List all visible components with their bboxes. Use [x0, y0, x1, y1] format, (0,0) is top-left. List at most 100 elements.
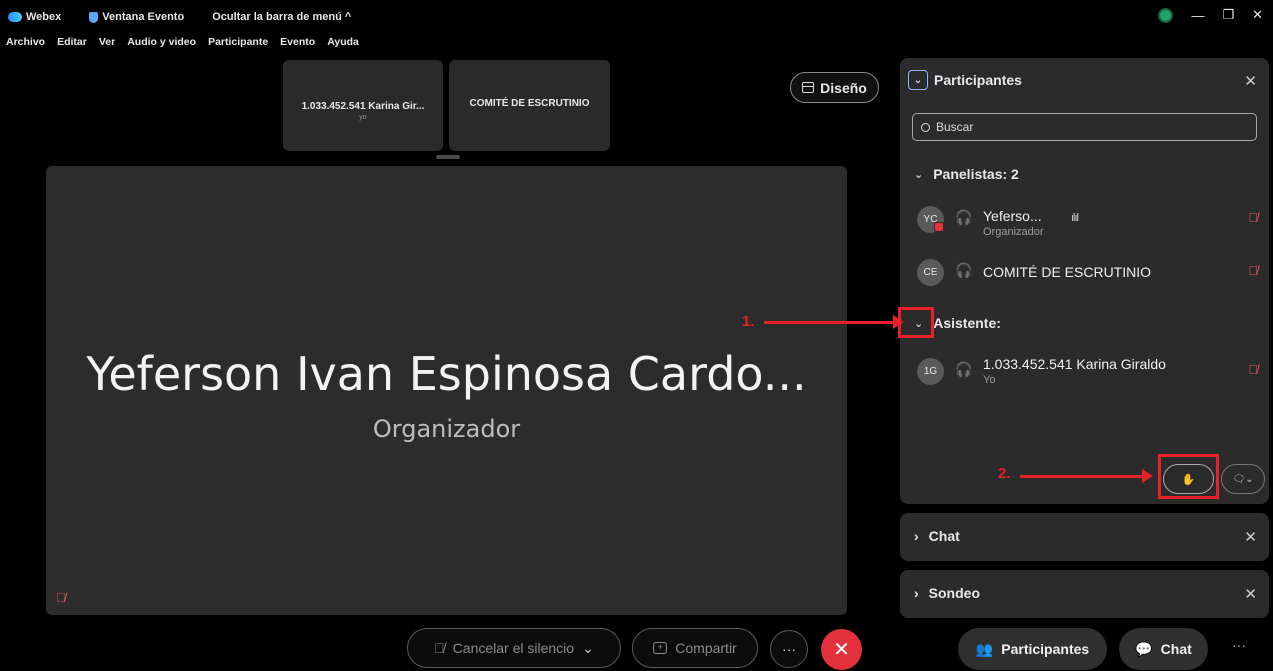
headset-icon: 🎧	[955, 262, 973, 278]
main-video-stage: Yeferson Ivan Espinosa Cardo... Organiza…	[46, 166, 847, 615]
menu-archivo[interactable]: Archivo	[6, 36, 45, 54]
participant-row[interactable]: YC 🎧 Yeferso... Organizador ılıl 🎙̸	[917, 202, 1261, 238]
share-label: Compartir	[675, 640, 737, 656]
reactions-icon: 🗨⌄	[1232, 473, 1254, 485]
unmute-label: Cancelar el silencio	[452, 640, 575, 656]
title-bar: Webex Ventana Evento Ocultar la barra de…	[0, 0, 1273, 34]
annotation-arrow-2	[1020, 475, 1145, 478]
active-speaker-role: Organizador	[372, 415, 521, 443]
search-icon	[921, 122, 930, 132]
muted-mic-icon: 🎙̸	[56, 590, 66, 605]
chat-panel-collapsed[interactable]: › Chat ✕	[900, 513, 1269, 561]
participants-panel: ⌄ Participantes ✕ Buscar ⌄ Panelistas: 2…	[900, 58, 1269, 504]
shield-icon	[89, 11, 99, 23]
menu-ver[interactable]: Ver	[99, 36, 115, 54]
panel-header: ⌄ Participantes	[908, 70, 1022, 90]
chat-icon: 💬	[1135, 640, 1153, 657]
participant-name: Yeferso...	[983, 208, 1042, 224]
menu-audio-video[interactable]: Audio y video	[127, 36, 196, 54]
polls-panel-label: Sondeo	[928, 585, 981, 601]
annotation-step-1: 1.	[742, 313, 755, 330]
close-icon[interactable]: ✕	[1244, 528, 1257, 546]
annotation-arrowhead-2	[1142, 469, 1153, 483]
muted-mic-icon: 🎙̸	[434, 640, 445, 656]
app-name: Webex	[26, 11, 62, 23]
chevron-right-icon: ›	[914, 528, 919, 544]
participant-name: COMITÉ DE ESCRUTINIO	[983, 264, 1152, 280]
participant-name: 1.033.452.541 Karina Giraldo	[983, 356, 1166, 372]
thumbnail-sub: yo	[359, 114, 367, 121]
menu-evento[interactable]: Evento	[280, 36, 315, 54]
window-controls: — ❐ ✕	[1158, 7, 1263, 23]
more-label: ···	[782, 641, 796, 657]
app-title: Webex	[0, 11, 61, 23]
share-icon: +	[653, 642, 668, 654]
share-button[interactable]: + Compartir	[632, 628, 758, 668]
muted-mic-icon[interactable]: 🎙̸	[1248, 263, 1258, 278]
annotation-highlight-1	[898, 307, 934, 338]
menu-ayuda[interactable]: Ayuda	[327, 36, 359, 54]
panelists-section-header[interactable]: ⌄ Panelistas: 2	[914, 166, 1019, 182]
reactions-button[interactable]: 🗨⌄	[1221, 464, 1265, 494]
more-options-button[interactable]: ···	[770, 630, 808, 668]
thumbnail-name: 1.033.452.541 Karina Gir...	[301, 101, 425, 112]
panel-title: Participantes	[934, 72, 1022, 88]
menu-bar: Archivo Editar Ver Audio y video Partici…	[0, 36, 365, 54]
leave-meeting-button[interactable]: ✕	[821, 629, 862, 670]
close-icon[interactable]: ✕	[1244, 72, 1257, 90]
layout-button[interactable]: Diseño	[790, 72, 879, 103]
event-window-label: Ventana Evento	[102, 11, 185, 23]
collapse-panel-icon[interactable]: ⌄	[908, 70, 928, 90]
overflow-label: ···	[1232, 637, 1246, 653]
unmute-button[interactable]: 🎙̸ Cancelar el silencio ⌄	[407, 628, 621, 668]
close-window-icon[interactable]: ✕	[1252, 7, 1263, 23]
annotation-arrow-1	[764, 321, 896, 324]
status-icon[interactable]	[1158, 7, 1174, 23]
leave-icon: ✕	[833, 639, 850, 661]
avatar: 1G	[917, 358, 944, 385]
chevron-down-icon: ⌄	[914, 168, 924, 181]
webex-logo-icon	[8, 12, 22, 22]
participant-role: Yo	[983, 374, 996, 386]
polls-panel-header: › Sondeo	[914, 585, 980, 601]
overflow-button[interactable]: ···	[1232, 637, 1246, 653]
thumbnail-name: COMITÉ DE ESCRUTINIO	[469, 98, 590, 109]
headset-icon: 🎧	[955, 361, 973, 377]
avatar: CE	[917, 259, 944, 286]
thumbnail-comite[interactable]: COMITÉ DE ESCRUTINIO	[449, 60, 610, 151]
close-icon[interactable]: ✕	[1244, 585, 1257, 603]
annotation-highlight-2	[1158, 454, 1219, 499]
hide-menu-toggle[interactable]: Ocultar la barra de menú ^	[212, 11, 351, 23]
participant-row[interactable]: 1G 🎧 1.033.452.541 Karina Giraldo Yo 🎙̸	[917, 354, 1261, 388]
menu-participante[interactable]: Participante	[208, 36, 268, 54]
active-speaker-name: Yeferson Ivan Espinosa Cardo...	[86, 347, 807, 401]
participant-role: Organizador	[983, 226, 1044, 238]
attendees-header: Asistente:	[933, 315, 1001, 331]
search-input[interactable]: Buscar	[912, 113, 1257, 141]
participant-row[interactable]: CE 🎧 COMITÉ DE ESCRUTINIO 🎙̸	[917, 255, 1261, 289]
chat-button[interactable]: 💬 Chat	[1119, 628, 1208, 670]
chevron-down-icon[interactable]: ⌄	[582, 640, 594, 657]
panelists-header: Panelistas: 2	[933, 166, 1019, 182]
participants-button[interactable]: 👥 Participantes	[958, 628, 1107, 670]
layout-icon	[802, 82, 815, 93]
hide-menu-label: Ocultar la barra de menú ^	[212, 11, 352, 23]
thumbnail-self[interactable]: 1.033.452.541 Karina Gir... yo	[283, 60, 443, 151]
muted-mic-icon[interactable]: 🎙̸	[1248, 210, 1258, 225]
search-placeholder: Buscar	[936, 120, 974, 134]
event-window[interactable]: Ventana Evento	[89, 11, 184, 23]
chat-panel-label: Chat	[928, 528, 960, 544]
annotation-step-2: 2.	[998, 465, 1011, 482]
chat-label: Chat	[1160, 641, 1192, 657]
meeting-controls: 🎙̸ Cancelar el silencio ⌄ + Compartir ··…	[0, 625, 1273, 671]
layout-label: Diseño	[820, 79, 867, 96]
participants-icon: 👥	[975, 640, 994, 657]
menu-editar[interactable]: Editar	[57, 36, 87, 54]
polls-panel-collapsed[interactable]: › Sondeo ✕	[900, 570, 1269, 618]
restore-icon[interactable]: ❐	[1222, 7, 1234, 23]
filmstrip-drag-handle[interactable]	[436, 155, 460, 159]
muted-mic-icon[interactable]: 🎙̸	[1248, 362, 1258, 377]
audio-level-icon: ılıl	[1071, 212, 1079, 224]
chevron-right-icon: ›	[914, 585, 919, 601]
minimize-icon[interactable]: —	[1191, 8, 1204, 23]
